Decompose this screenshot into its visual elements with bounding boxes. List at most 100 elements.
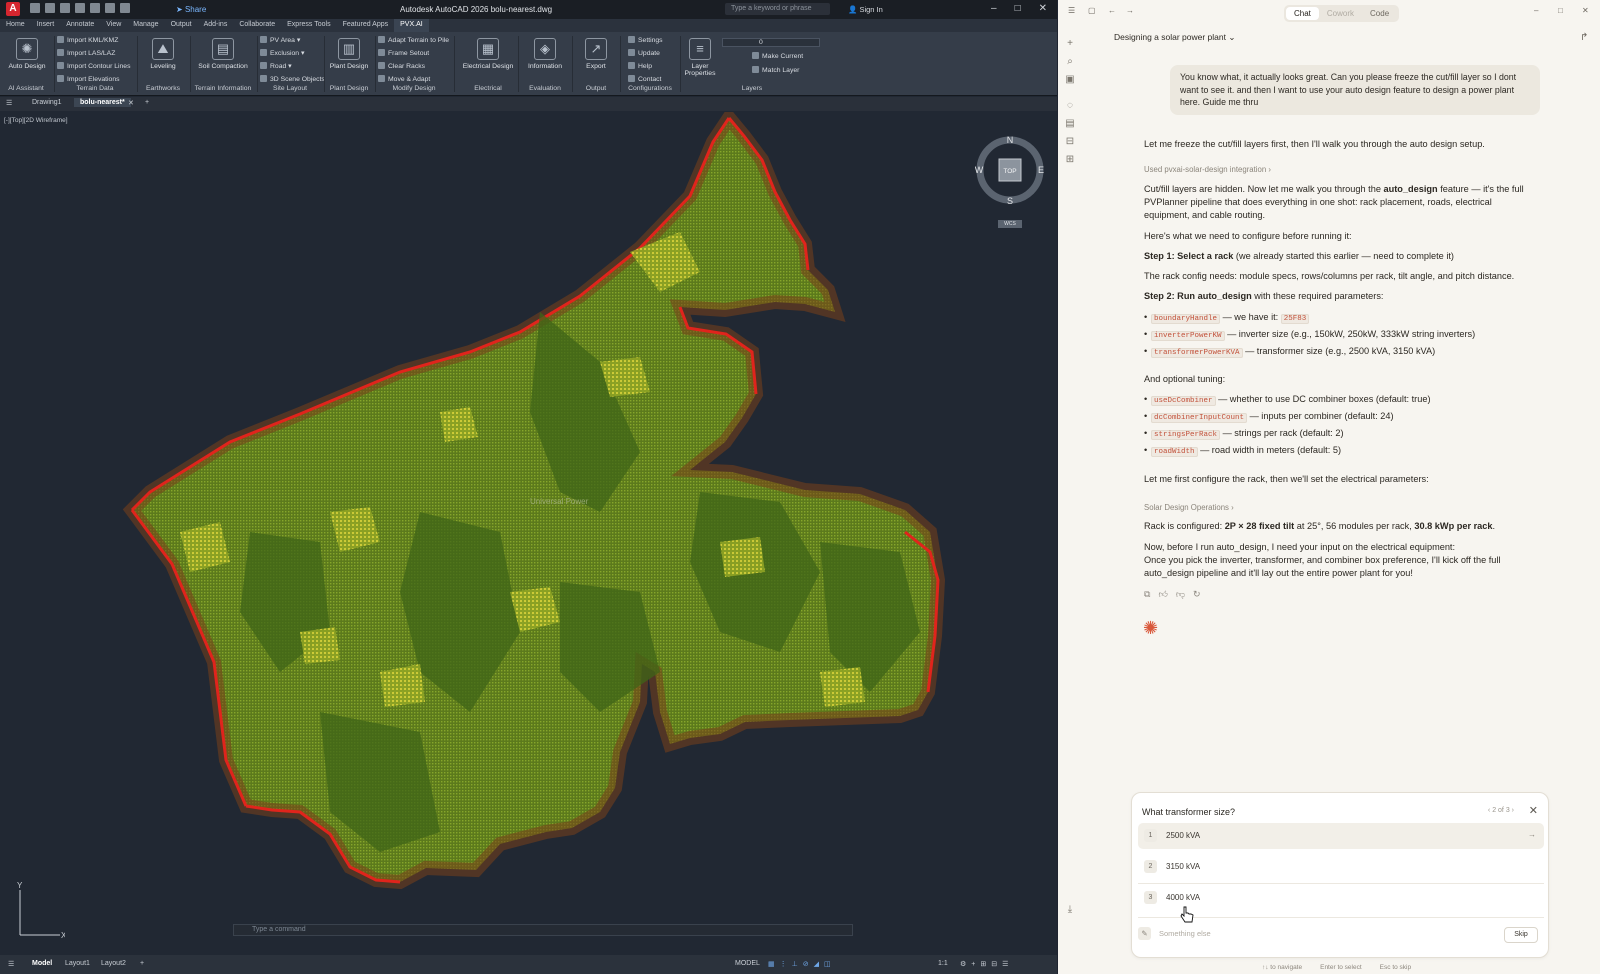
new-tab-icon[interactable]: + [145, 99, 149, 106]
settings-button[interactable]: Settings [628, 36, 663, 44]
help-button[interactable]: Help [628, 62, 652, 70]
app-menu-button[interactable]: A [6, 2, 20, 16]
close-tab-icon[interactable]: ✕ [128, 99, 134, 107]
save-as-icon[interactable] [75, 3, 85, 13]
frame-setout-button[interactable]: Frame Setout [378, 49, 429, 57]
apps-icon[interactable]: ⊞ [1064, 154, 1076, 166]
share-button[interactable]: ➤ Share [176, 5, 206, 14]
minimize-icon[interactable]: – [1534, 6, 1538, 15]
update-button[interactable]: Update [628, 49, 660, 57]
clear-racks-button[interactable]: Clear Racks [378, 62, 425, 70]
model-space-toggle[interactable]: MODEL [735, 960, 760, 967]
sign-in-button[interactable]: 👤 Sign In [848, 5, 883, 14]
status-menu-icon[interactable]: ☰ [8, 960, 14, 968]
thumbs-down-icon[interactable]: 👎︎ [1176, 589, 1185, 600]
viewcube[interactable]: TOP N S E W [975, 135, 1045, 205]
import-kml-button[interactable]: Import KML/KMZ [57, 36, 118, 44]
export-button[interactable]: ↗ Export [576, 38, 616, 70]
search-icon[interactable]: ⌕ [1064, 56, 1076, 68]
status-toggles-icon[interactable]: ▦⋮⊥⊘◢◫ [768, 960, 836, 968]
ribbon-tab-annotate[interactable]: Annotate [60, 19, 100, 32]
compass-east[interactable]: E [1038, 165, 1044, 175]
import-contour-button[interactable]: Import Contour Lines [57, 62, 130, 70]
something-else-input[interactable]: ✎ Something else [1138, 927, 1211, 940]
option-3150kva[interactable]: 2 3150 kVA [1138, 854, 1544, 880]
command-line-input[interactable]: Type a command [233, 924, 853, 936]
close-icon[interactable]: ✕ [1582, 6, 1589, 15]
minimize-icon[interactable]: – [991, 3, 997, 14]
add-layout-icon[interactable]: + [140, 960, 144, 967]
mode-code[interactable]: Code [1362, 7, 1397, 20]
redo-icon[interactable] [120, 3, 130, 13]
import-las-button[interactable]: Import LAS/LAZ [57, 49, 115, 57]
annotation-scale[interactable]: 1:1 [938, 960, 948, 967]
wcs-menu[interactable]: WCS [998, 220, 1022, 228]
make-current-button[interactable]: Make Current [752, 52, 803, 60]
menu-icon[interactable]: ☰ [6, 99, 12, 107]
mode-chat[interactable]: Chat [1286, 7, 1319, 20]
open-icon[interactable] [45, 3, 55, 13]
keyword-search-input[interactable]: Type a keyword or phrase [725, 3, 830, 15]
adapt-terrain-button[interactable]: Adapt Terrain to Pile [378, 36, 449, 44]
ribbon-tab-output[interactable]: Output [165, 19, 198, 32]
back-icon[interactable]: ← [1108, 6, 1116, 15]
print-icon[interactable] [90, 3, 100, 13]
save-icon[interactable] [60, 3, 70, 13]
panel-icon[interactable]: ▢ [1088, 6, 1096, 15]
pv-area-button[interactable]: PV Area ▾ [260, 36, 300, 44]
ribbon-tab-featured-apps[interactable]: Featured Apps [337, 19, 395, 32]
thumbs-up-icon[interactable]: 👍︎ [1158, 589, 1167, 600]
sidebar-toggle-icon[interactable]: ☰ [1068, 6, 1075, 15]
contact-button[interactable]: Contact [628, 75, 661, 83]
ribbon-tab-manage[interactable]: Manage [127, 19, 164, 32]
close-icon[interactable]: ✕ [1039, 3, 1047, 14]
skip-button[interactable]: Skip [1504, 927, 1538, 943]
maximize-icon[interactable]: □ [1558, 6, 1563, 15]
match-layer-button[interactable]: Match Layer [752, 66, 799, 74]
close-icon[interactable]: ✕ [1529, 804, 1538, 817]
layer-dropdown[interactable]: 0 [722, 38, 820, 47]
code-icon[interactable]: ⊟ [1064, 136, 1076, 148]
scene-objects-button[interactable]: 3D Scene Objects [260, 75, 325, 83]
drawing-canvas[interactable]: Universal Power [0, 112, 1057, 948]
compass-north[interactable]: N [1007, 135, 1014, 145]
layer-properties-button[interactable]: ≡ Layer Properties [682, 38, 718, 77]
ribbon-tab-add-ins[interactable]: Add-ins [198, 19, 234, 32]
information-button[interactable]: ◈ Information [522, 38, 568, 70]
tool-call-summary[interactable]: Solar Design Operations › [1144, 503, 1234, 512]
doc-tab-bolu-nearest[interactable]: bolu-nearest* [74, 98, 131, 107]
ribbon-tab-home[interactable]: Home [0, 19, 31, 32]
new-icon[interactable] [30, 3, 40, 13]
leveling-button[interactable]: ⛰ Leveling [142, 38, 184, 70]
import-elevations-button[interactable]: Import Elevations [57, 75, 120, 83]
electrical-design-button[interactable]: ▦ Electrical Design [462, 38, 514, 70]
road-button[interactable]: Road ▾ [260, 62, 292, 70]
artifacts-icon[interactable]: ▤ [1064, 118, 1076, 130]
auto-design-button[interactable]: ✺ Auto Design [6, 38, 48, 70]
tool-call-summary[interactable]: Used pvxai-solar-design integration › [1144, 165, 1271, 174]
ribbon-tab-insert[interactable]: Insert [31, 19, 61, 32]
chats-icon[interactable]: ◌ [1064, 100, 1076, 112]
ribbon-tab-pvx-ai[interactable]: PVX.AI [394, 19, 429, 32]
layout-tab-1[interactable]: Layout1 [65, 960, 90, 967]
undo-icon[interactable] [105, 3, 115, 13]
compass-south[interactable]: S [1007, 196, 1013, 205]
conversation-title[interactable]: Designing a solar power plant ⌄ [1114, 32, 1235, 43]
share-icon[interactable]: ↱ [1580, 32, 1588, 43]
layout-tab-2[interactable]: Layout2 [101, 960, 126, 967]
doc-tab-drawing1[interactable]: Drawing1 [32, 99, 62, 106]
copy-icon[interactable]: ⧉ [1144, 589, 1150, 600]
question-pager[interactable]: ‹ 2 of 3 › [1488, 807, 1514, 814]
move-adapt-button[interactable]: Move & Adapt [378, 75, 430, 83]
ribbon-tab-express-tools[interactable]: Express Tools [281, 19, 336, 32]
ribbon-tab-view[interactable]: View [100, 19, 127, 32]
layout-tab-model[interactable]: Model [32, 960, 52, 967]
plant-design-button[interactable]: ▥ Plant Design [327, 38, 371, 70]
soil-compaction-button[interactable]: ▤ Soil Compaction [193, 38, 253, 70]
retry-icon[interactable]: ↻ [1193, 589, 1201, 600]
option-2500kva[interactable]: 1 2500 kVA → [1138, 823, 1544, 849]
maximize-icon[interactable]: □ [1015, 3, 1021, 14]
new-chat-icon[interactable]: + [1064, 38, 1076, 50]
option-4000kva[interactable]: 3 4000 kVA [1138, 885, 1544, 911]
mode-cowork[interactable]: Cowork [1319, 7, 1362, 20]
